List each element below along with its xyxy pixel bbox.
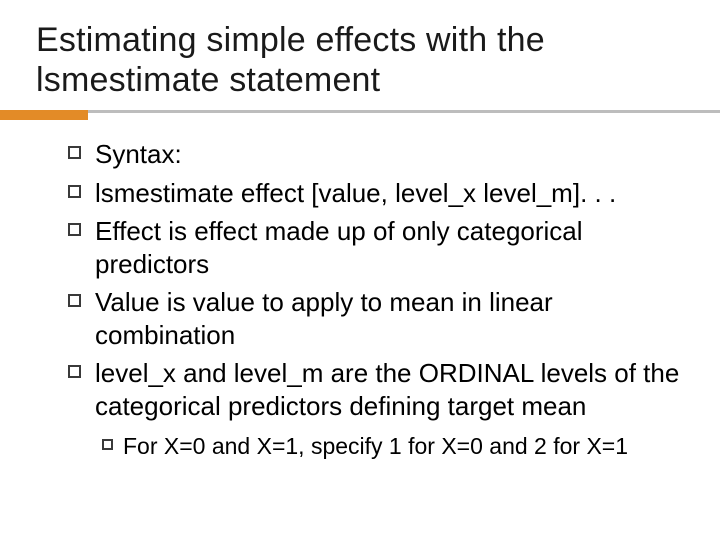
slide-title: Estimating simple effects with the lsmes… bbox=[36, 20, 684, 100]
list-item: level_x and level_m are the ORDINAL leve… bbox=[68, 357, 684, 422]
list-item: Value is value to apply to mean in linea… bbox=[68, 286, 684, 351]
list-item: Effect is effect made up of only categor… bbox=[68, 215, 684, 280]
list-subitem-text: For X=0 and X=1, specify 1 for X=0 and 2… bbox=[123, 432, 628, 461]
list-item-text: Syntax: bbox=[95, 138, 182, 171]
square-bullet-icon bbox=[68, 146, 81, 159]
list-item: Syntax: bbox=[68, 138, 684, 171]
slide: Estimating simple effects with the lsmes… bbox=[0, 0, 720, 540]
list-item-text: lsmestimate effect [value, level_x level… bbox=[95, 177, 616, 210]
list-item-text: Value is value to apply to mean in linea… bbox=[95, 286, 684, 351]
bullet-list: Syntax: lsmestimate effect [value, level… bbox=[36, 138, 684, 461]
square-bullet-icon bbox=[68, 294, 81, 307]
rule-orange-accent bbox=[0, 110, 88, 120]
list-item: lsmestimate effect [value, level_x level… bbox=[68, 177, 684, 210]
square-bullet-icon bbox=[68, 365, 81, 378]
square-bullet-icon bbox=[68, 185, 81, 198]
square-bullet-icon bbox=[68, 223, 81, 236]
title-rule bbox=[0, 110, 720, 120]
list-item-text: level_x and level_m are the ORDINAL leve… bbox=[95, 357, 684, 422]
list-subitem: For X=0 and X=1, specify 1 for X=0 and 2… bbox=[102, 432, 684, 461]
square-bullet-icon bbox=[102, 439, 113, 450]
rule-gray bbox=[0, 110, 720, 113]
list-item-text: Effect is effect made up of only categor… bbox=[95, 215, 684, 280]
